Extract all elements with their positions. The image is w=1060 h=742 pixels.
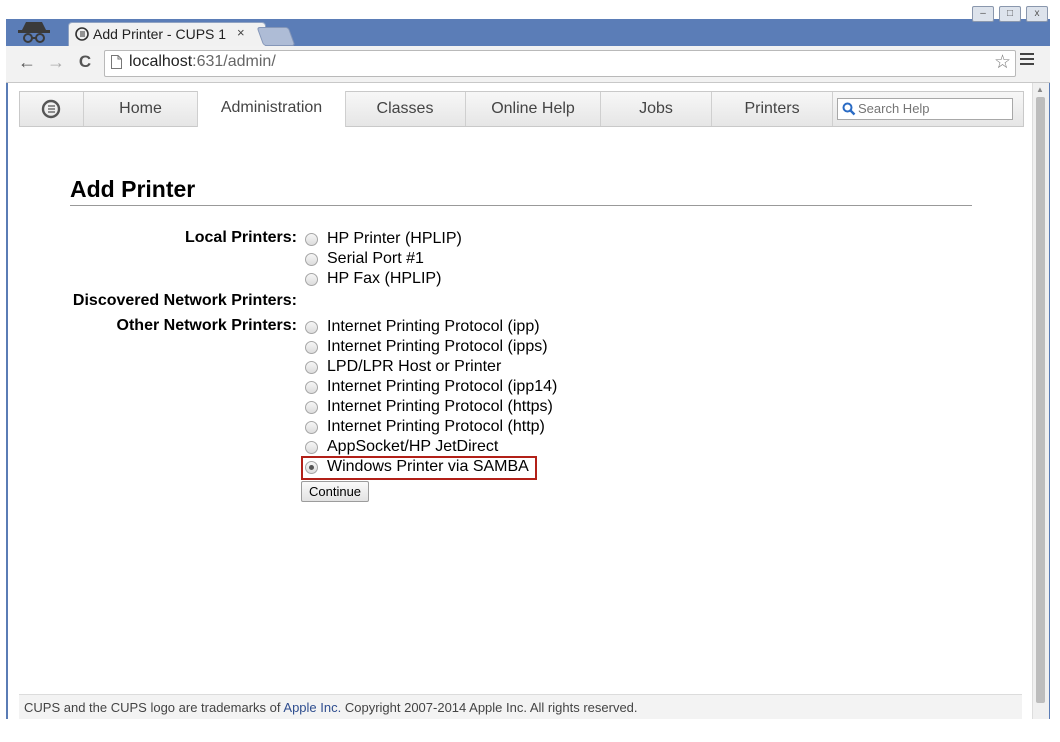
radio-label: LPD/LPR Host or Printer — [327, 358, 502, 375]
search-help-input[interactable] — [858, 100, 1008, 116]
back-button[interactable]: ← — [16, 52, 38, 73]
radio-label: Serial Port #1 — [327, 250, 424, 267]
nav-printers[interactable]: Printers — [712, 92, 833, 126]
radio-button[interactable] — [305, 441, 318, 454]
radio-button[interactable] — [305, 253, 318, 266]
cups-nav-bar: Home Administration Classes Online Help … — [19, 91, 1024, 127]
radio-label: Internet Printing Protocol (ipp14) — [327, 378, 558, 395]
selected-option-highlight — [301, 456, 537, 480]
footer-apple-link[interactable]: Apple Inc. — [283, 700, 341, 715]
tab-add-printer[interactable]: Add Printer - CUPS 1 × — [68, 22, 266, 47]
search-icon — [842, 102, 856, 116]
radio-label: HP Printer (HPLIP) — [327, 230, 462, 247]
radio-label: Internet Printing Protocol (https) — [327, 398, 553, 415]
footer-text-after: Copyright 2007-2014 Apple Inc. All right… — [341, 700, 638, 715]
minimize-button[interactable]: – — [972, 6, 994, 22]
nav-online-help[interactable]: Online Help — [466, 92, 601, 126]
nav-classes[interactable]: Classes — [345, 92, 466, 126]
tab-title: Add Printer - CUPS 1 — [93, 26, 227, 42]
footer-text: CUPS and the CUPS logo are trademarks of… — [19, 700, 638, 715]
cups-favicon-icon — [75, 27, 89, 41]
nav-administration[interactable]: Administration — [197, 91, 346, 127]
radio-button[interactable] — [305, 421, 318, 434]
radio-button[interactable] — [305, 233, 318, 246]
cups-logo-icon — [41, 99, 61, 119]
maximize-button[interactable]: □ — [999, 6, 1021, 22]
incognito-icon — [18, 22, 50, 43]
continue-button[interactable]: Continue — [301, 481, 370, 502]
nav-home[interactable]: Home — [84, 92, 198, 126]
radio-button[interactable] — [305, 321, 318, 334]
bookmark-star-icon[interactable]: ☆ — [994, 51, 1011, 74]
discovered-printers-label: Discovered Network Printers: — [72, 292, 297, 309]
radio-label: HP Fax (HPLIP) — [327, 270, 442, 287]
forward-button[interactable]: → — [45, 52, 67, 73]
scrollbar-thumb[interactable] — [1036, 97, 1045, 703]
close-window-button[interactable]: x — [1026, 6, 1048, 22]
local-printers-label: Local Printers: — [184, 229, 297, 246]
radio-button[interactable] — [305, 341, 318, 354]
radio-label: Internet Printing Protocol (ipp) — [327, 318, 540, 335]
page-icon — [111, 55, 122, 69]
radio-label: AppSocket/HP JetDirect — [327, 438, 499, 455]
nav-jobs[interactable]: Jobs — [601, 92, 712, 126]
radio-button[interactable] — [305, 361, 318, 374]
hamburger-menu-icon[interactable] — [1020, 53, 1034, 68]
url-text: localhost:631/admin/ — [129, 53, 276, 71]
radio-button[interactable] — [305, 381, 318, 394]
reload-button[interactable]: C — [74, 52, 96, 72]
footer-text-before: CUPS and the CUPS logo are trademarks of — [24, 700, 284, 715]
search-help-box[interactable] — [837, 98, 1013, 120]
vertical-scrollbar[interactable]: ▲ — [1032, 83, 1049, 719]
radio-label: Internet Printing Protocol (ipps) — [327, 338, 548, 355]
address-bar[interactable]: localhost:631/admin/ ☆ — [104, 50, 1016, 77]
tab-close-icon[interactable]: × — [237, 25, 245, 40]
other-printers-label: Other Network Printers: — [116, 317, 297, 334]
url-host: localhost — [129, 53, 193, 70]
url-path: :631/admin/ — [192, 53, 276, 70]
new-tab-button[interactable] — [256, 27, 296, 46]
title-divider — [70, 205, 972, 206]
scroll-up-arrow-icon[interactable]: ▲ — [1036, 85, 1044, 94]
radio-button[interactable] — [305, 273, 318, 286]
cups-logo-link[interactable] — [20, 92, 84, 126]
page-footer: CUPS and the CUPS logo are trademarks of… — [19, 694, 1022, 719]
radio-label: Internet Printing Protocol (http) — [327, 418, 545, 435]
page-title: Add Printer — [70, 176, 196, 202]
radio-button[interactable] — [305, 401, 318, 414]
